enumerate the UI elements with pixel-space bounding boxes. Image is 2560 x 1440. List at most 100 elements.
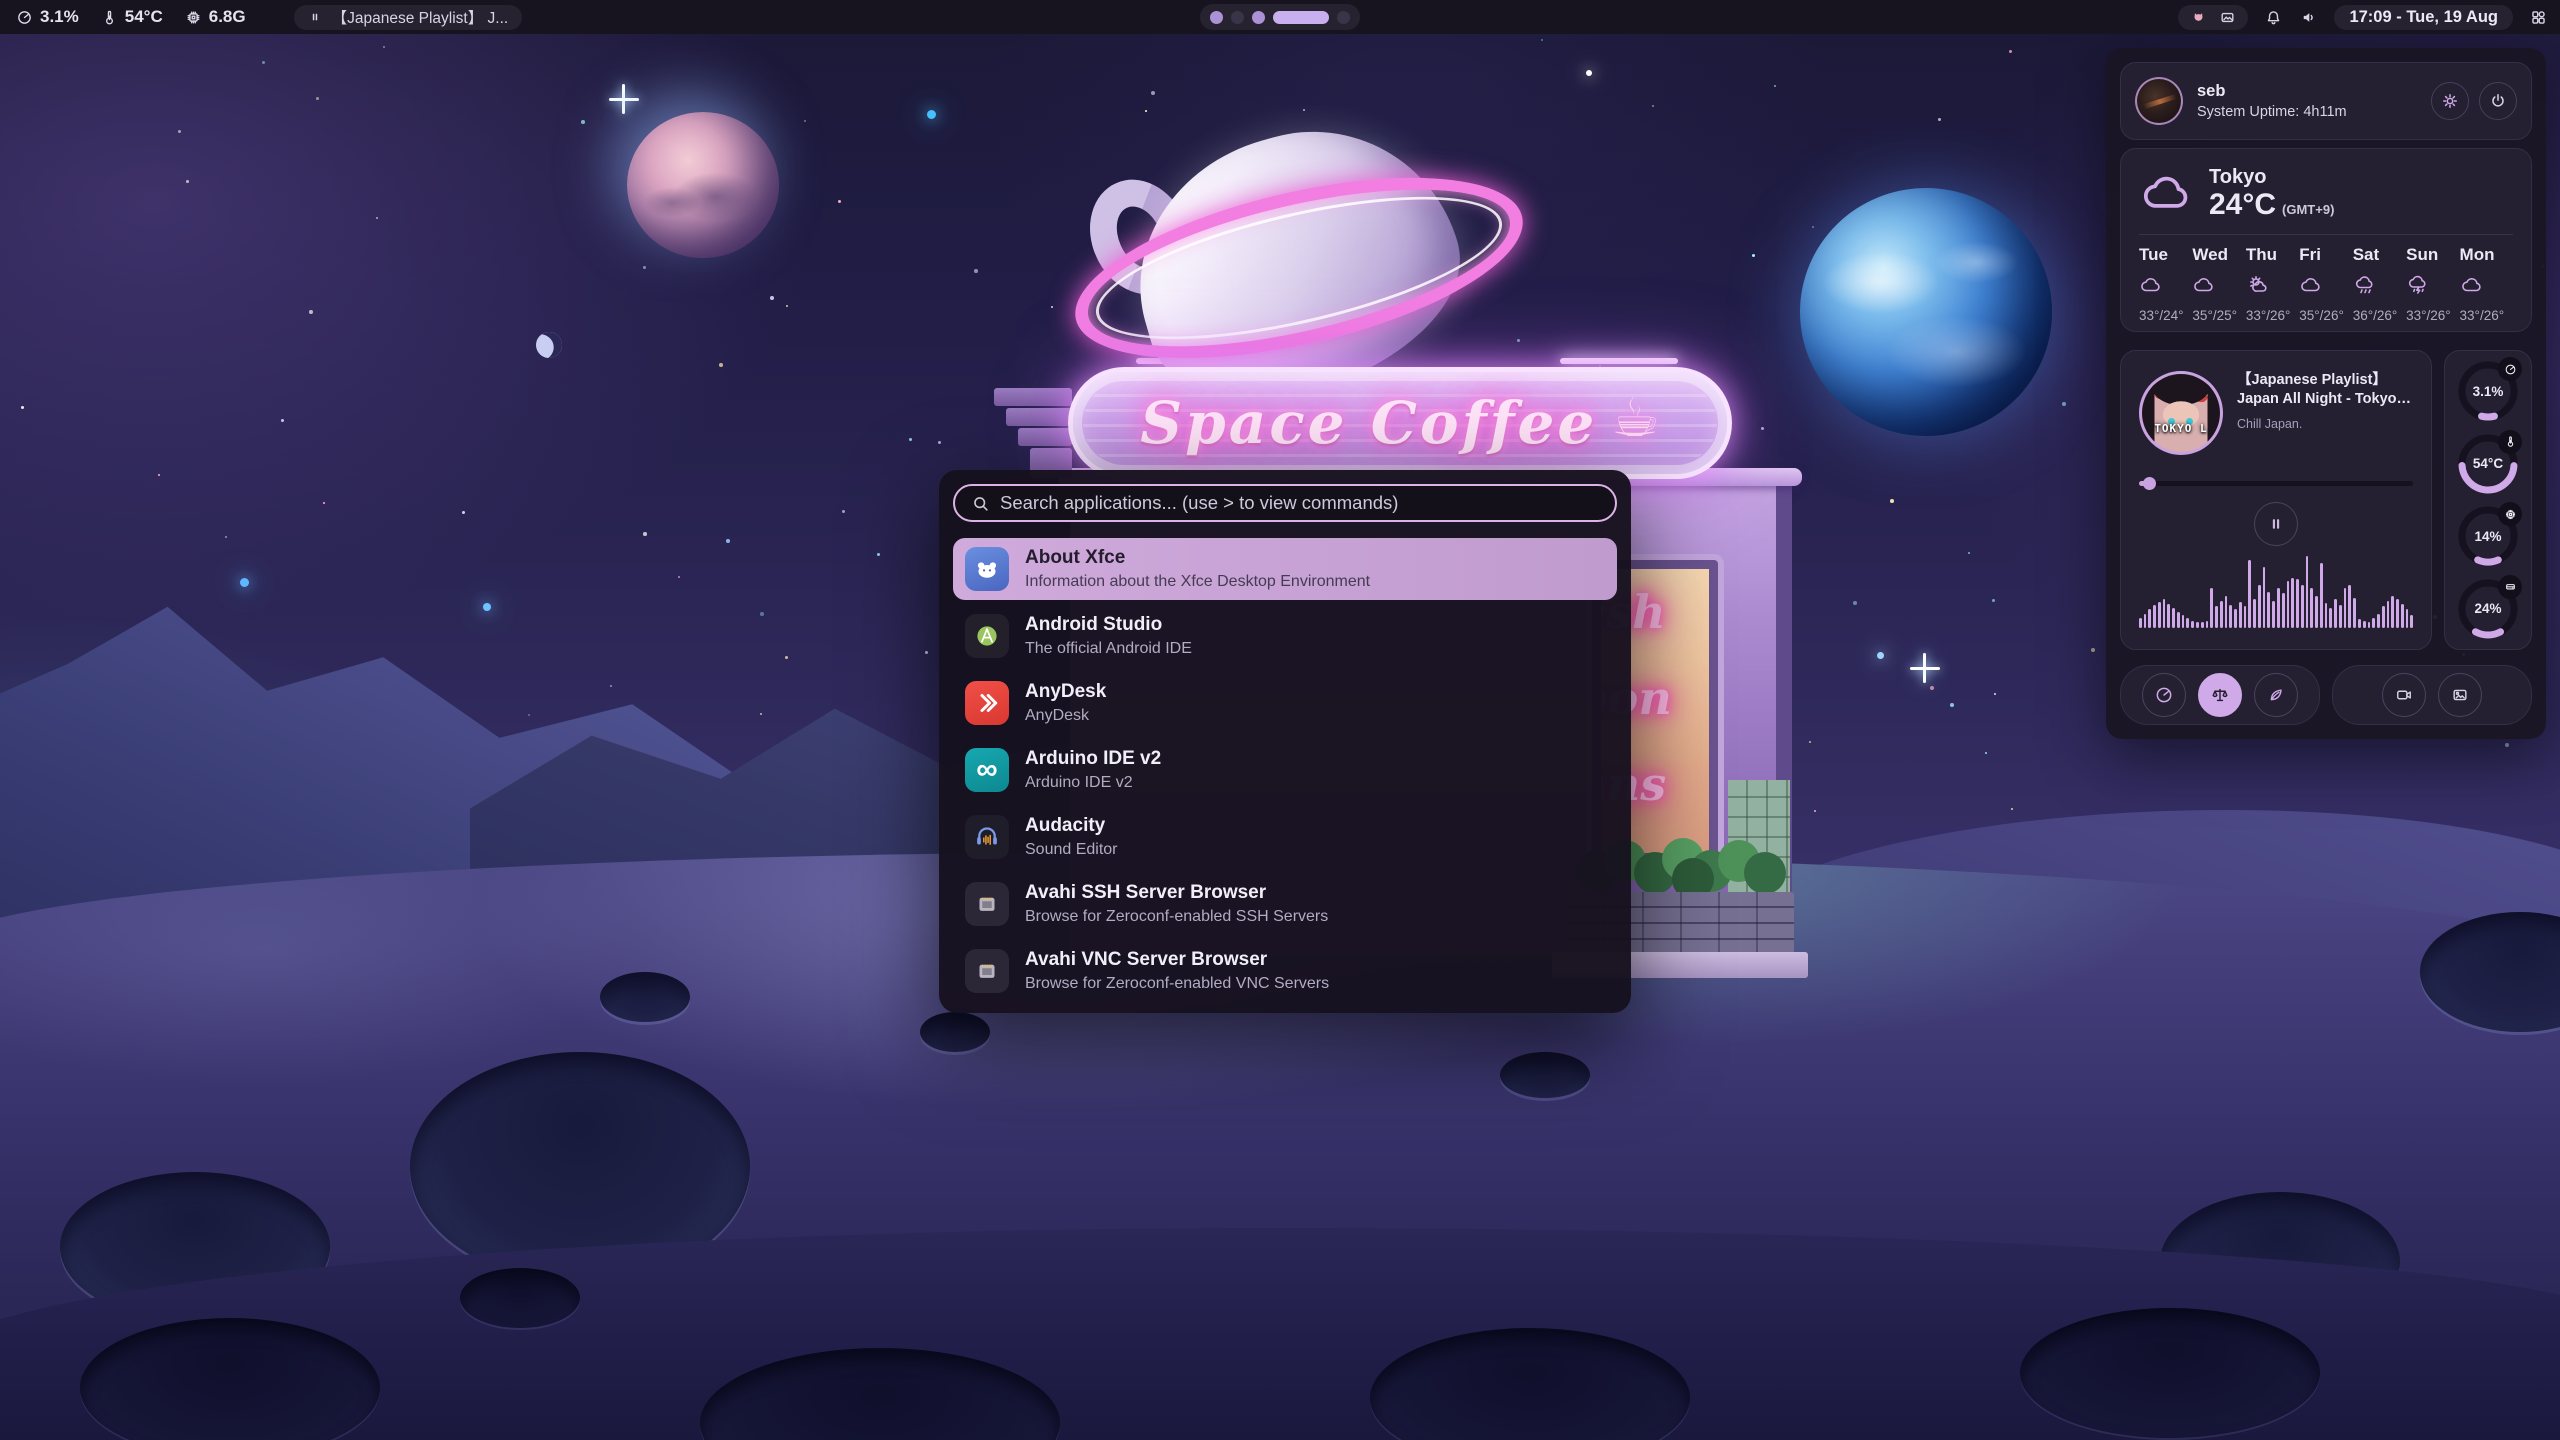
- forecast-day: Fri35°/26°: [2299, 245, 2352, 323]
- workspace-dot[interactable]: [1210, 11, 1223, 24]
- app-list-item[interactable]: Avahi VNC Server Browser Browse for Zeroc…: [953, 940, 1617, 1002]
- sign-text: Space Coffee: [1140, 389, 1597, 457]
- balanced-profile-button[interactable]: [2198, 673, 2242, 717]
- screenshot-button[interactable]: [2438, 673, 2482, 717]
- forecast-temps: 35°/25°: [2192, 308, 2245, 323]
- media-pill-label: 【Japanese Playlist】 J...: [332, 6, 509, 28]
- system-gauge[interactable]: 54°C: [2456, 432, 2520, 496]
- forecast-day-name: Fri: [2299, 245, 2352, 265]
- cpu-usage-stat[interactable]: 3.1%: [16, 7, 79, 27]
- system-gauge[interactable]: 3.1%: [2456, 359, 2520, 423]
- album-art[interactable]: TOKYO L: [2139, 371, 2223, 455]
- memory-value: 6.8G: [209, 7, 246, 27]
- forecast-day: Sun33°/26°: [2406, 245, 2459, 323]
- gear-icon: [2440, 91, 2460, 111]
- cloud-weather-icon: [2192, 273, 2245, 302]
- search-input[interactable]: [1000, 492, 1599, 514]
- anydesk-icon: [965, 681, 1009, 725]
- media-player-pill[interactable]: 【Japanese Playlist】 J...: [294, 5, 523, 30]
- app-description: Sound Editor: [1025, 841, 1118, 859]
- app-description: The official Android IDE: [1025, 640, 1192, 658]
- audio-visualizer: [2139, 556, 2413, 628]
- app-title: AnyDesk: [1025, 681, 1106, 704]
- notifications-bell-icon[interactable]: [2264, 8, 2283, 27]
- pink-planet: [627, 112, 779, 258]
- volume-icon[interactable]: [2299, 8, 2318, 27]
- clock[interactable]: 17:09 - Tue, 19 Aug: [2334, 5, 2513, 30]
- app-description: AnyDesk: [1025, 707, 1106, 725]
- pet-icon[interactable]: [2190, 9, 2207, 26]
- sign-marquee-light: [1560, 358, 1678, 364]
- forecast-day-name: Thu: [2246, 245, 2299, 265]
- video-camera-icon: [2394, 685, 2414, 705]
- app-title: About Xfce: [1025, 547, 1370, 570]
- user-card: seb System Uptime: 4h11m: [2120, 62, 2532, 140]
- workspace-dot[interactable]: [1337, 11, 1350, 24]
- image-icon: [2450, 685, 2470, 705]
- cloud-weather-icon: [2139, 273, 2192, 302]
- powersave-profile-button[interactable]: [2254, 673, 2298, 717]
- seek-slider[interactable]: [2139, 477, 2413, 490]
- weather-cloud-icon: [2139, 165, 2195, 221]
- network-connector-icon: [965, 882, 1009, 926]
- forecast-day: Wed35°/25°: [2192, 245, 2245, 323]
- network-connector-icon: [965, 949, 1009, 993]
- speedometer-icon: [16, 9, 33, 26]
- app-list-item[interactable]: AnyDesk AnyDesk: [953, 672, 1617, 734]
- cloud-weather-icon: [2460, 273, 2513, 302]
- screen-record-button[interactable]: [2382, 673, 2426, 717]
- app-title: Avahi VNC Server Browser: [1025, 949, 1329, 972]
- workspace-dot-active[interactable]: [1273, 11, 1329, 24]
- workspace-switcher[interactable]: [1200, 4, 1360, 30]
- track-artist: Chill Japan.: [2237, 417, 2413, 431]
- screenshot-tray-icon[interactable]: [2219, 9, 2236, 26]
- storm-weather-icon: [2406, 273, 2459, 302]
- weather-timezone: (GMT+9): [2282, 202, 2334, 217]
- power-button[interactable]: [2479, 82, 2517, 120]
- power-profile-card: [2120, 665, 2320, 725]
- forecast-temps: 36°/26°: [2353, 308, 2406, 323]
- coffee-cup-icon: ☕: [1611, 386, 1659, 449]
- forecast-day: Mon33°/26°: [2460, 245, 2513, 323]
- performance-profile-button[interactable]: [2142, 673, 2186, 717]
- app-list-item[interactable]: ∞Arduino IDE v2Arduino IDE v2: [953, 739, 1617, 801]
- temperature-value: 54°C: [125, 7, 163, 27]
- forecast-day: Thu33°/26°: [2246, 245, 2299, 323]
- suncloud-weather-icon: [2246, 273, 2299, 302]
- workspace-dot[interactable]: [1231, 11, 1244, 24]
- weather-card: Tokyo 24°C(GMT+9) Tue33°/24°Wed35°/25°Th…: [2120, 148, 2532, 332]
- app-description: Browse for Zeroconf-enabled VNC Servers: [1025, 975, 1329, 993]
- rain-weather-icon: [2353, 273, 2406, 302]
- forecast-day: Tue33°/24°: [2139, 245, 2192, 323]
- app-title: Avahi SSH Server Browser: [1025, 882, 1328, 905]
- system-gauge[interactable]: 24%: [2456, 577, 2520, 641]
- chip-icon: [2498, 502, 2522, 526]
- system-gauge[interactable]: 14%: [2456, 504, 2520, 568]
- forecast-temps: 33°/24°: [2139, 308, 2192, 323]
- temperature-stat[interactable]: 54°C: [101, 7, 163, 27]
- app-list-item[interactable]: Avahi SSH Server BrowserBrowse for Zeroc…: [953, 873, 1617, 935]
- forecast-day-name: Sat: [2353, 245, 2406, 265]
- desktop: esh oon ans: [0, 0, 2560, 1440]
- workspace-dot[interactable]: [1252, 11, 1265, 24]
- seek-knob[interactable]: [2143, 477, 2156, 490]
- app-list-item[interactable]: AudacitySound Editor: [953, 806, 1617, 868]
- disk-icon: [2498, 575, 2522, 599]
- settings-button[interactable]: [2431, 82, 2469, 120]
- app-title: Android Studio: [1025, 614, 1192, 637]
- memory-stat[interactable]: 6.8G: [185, 7, 246, 27]
- launcher-search-box[interactable]: [953, 484, 1617, 522]
- album-art-text: TOKYO L: [2142, 422, 2220, 435]
- forecast-day: Sat 36°/26°: [2353, 245, 2406, 323]
- play-pause-button[interactable]: [2254, 502, 2298, 546]
- avatar[interactable]: [2135, 77, 2183, 125]
- forecast-day-name: Sun: [2406, 245, 2459, 265]
- top-panel: 3.1% 54°C 6.8G 【Japanese Playlist】 J...: [0, 0, 2560, 34]
- app-list: About XfceInformation about the Xfce Des…: [953, 538, 1617, 1002]
- thermometer-icon: [101, 9, 118, 26]
- app-list-item[interactable]: About XfceInformation about the Xfce Des…: [953, 538, 1617, 600]
- app-list-item[interactable]: Android Studio The official Android IDE: [953, 605, 1617, 667]
- app-grid-icon[interactable]: [2529, 8, 2548, 27]
- xfce-mouse-icon: [965, 547, 1009, 591]
- cloud-weather-icon: [2299, 273, 2352, 302]
